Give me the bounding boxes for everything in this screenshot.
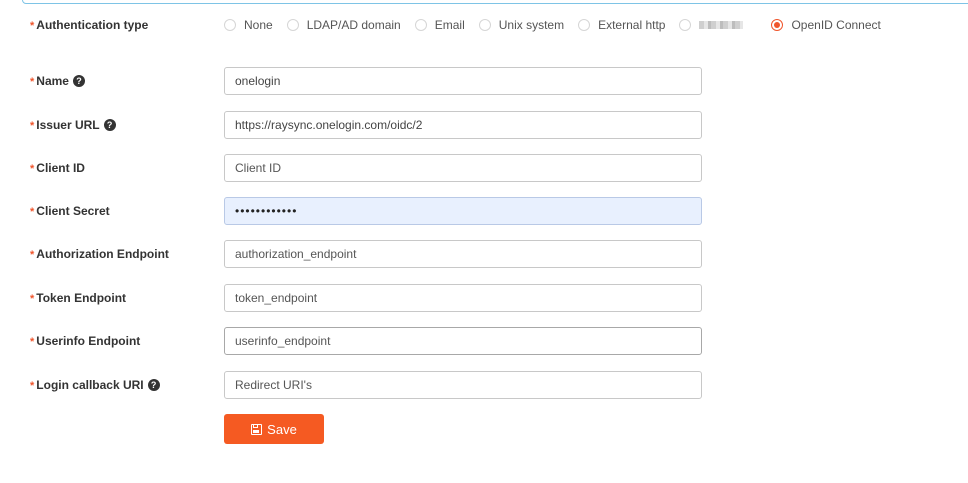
required-mark: * — [30, 336, 35, 348]
auth-type-radio-group: None LDAP/AD domain Email Unix system Ex… — [224, 11, 895, 39]
token-endpoint-input[interactable]: token_endpoint — [224, 284, 702, 312]
client-id-label: * Client ID — [30, 161, 85, 175]
login-callback-uri-row: * Login callback URI ? Redirect URI's — [0, 371, 968, 399]
help-icon[interactable]: ? — [147, 379, 160, 391]
name-label: * Name ? — [30, 67, 85, 95]
radio-unix-system[interactable]: Unix system — [478, 18, 564, 32]
required-mark: * — [30, 120, 35, 132]
radio-checked-icon[interactable] — [771, 19, 784, 31]
client-secret-input[interactable]: •••••••••••• — [224, 197, 702, 225]
client-id-row: * Client ID Client ID — [0, 154, 968, 182]
token-endpoint-row: * Token Endpoint token_endpoint — [0, 284, 968, 312]
auth-type-label: * Authentication type — [30, 18, 149, 32]
login-callback-uri-input[interactable]: Redirect URI's — [224, 371, 702, 399]
issuer-url-label: * Issuer URL ? — [30, 111, 116, 139]
required-mark: * — [30, 206, 35, 218]
radio-circle-icon[interactable] — [286, 19, 299, 31]
userinfo-endpoint-input[interactable]: userinfo_endpoint — [224, 327, 702, 355]
radio-redacted-option[interactable] — [679, 19, 757, 31]
help-icon[interactable]: ? — [72, 75, 85, 87]
required-mark: * — [30, 380, 35, 392]
issuer-url-input[interactable]: https://raysync.onelogin.com/oidc/2 — [224, 111, 702, 139]
required-mark: * — [30, 20, 35, 32]
authorization-endpoint-label: * Authorization Endpoint — [30, 247, 169, 261]
radio-circle-icon[interactable] — [414, 19, 427, 31]
radio-circle-icon[interactable] — [679, 19, 692, 31]
radio-openid-connect[interactable]: OpenID Connect — [771, 18, 881, 32]
client-id-input[interactable]: Client ID — [224, 154, 702, 182]
required-mark: * — [30, 249, 35, 261]
required-mark: * — [30, 76, 35, 88]
radio-email[interactable]: Email — [414, 18, 465, 32]
name-row: * Name ? onelogin — [0, 67, 968, 95]
name-input[interactable]: onelogin — [224, 67, 702, 95]
section-border — [22, 0, 968, 4]
userinfo-endpoint-label: * Userinfo Endpoint — [30, 334, 141, 348]
client-secret-row: * Client Secret •••••••••••• — [0, 197, 968, 225]
issuer-url-row: * Issuer URL ? https://raysync.onelogin.… — [0, 111, 968, 139]
auth-type-row: * Authentication type None LDAP/AD domai… — [0, 11, 968, 39]
save-button[interactable]: Save — [224, 414, 324, 444]
radio-circle-icon[interactable] — [224, 19, 236, 31]
login-callback-uri-label: * Login callback URI ? — [30, 371, 160, 399]
radio-circle-icon[interactable] — [578, 19, 591, 31]
userinfo-endpoint-row: * Userinfo Endpoint userinfo_endpoint — [0, 327, 968, 355]
radio-ldap-ad-domain[interactable]: LDAP/AD domain — [286, 18, 401, 32]
authorization-endpoint-row: * Authorization Endpoint authorization_e… — [0, 240, 968, 268]
required-mark: * — [30, 293, 35, 305]
radio-circle-icon[interactable] — [478, 19, 491, 31]
help-icon[interactable]: ? — [103, 119, 116, 131]
redacted-label — [699, 21, 744, 29]
save-icon — [251, 423, 263, 435]
radio-none[interactable]: None — [224, 18, 273, 32]
token-endpoint-label: * Token Endpoint — [30, 291, 127, 305]
required-mark: * — [30, 163, 35, 175]
client-secret-label: * Client Secret — [30, 204, 110, 218]
authorization-endpoint-input[interactable]: authorization_endpoint — [224, 240, 702, 268]
radio-external-http[interactable]: External http — [578, 18, 665, 32]
